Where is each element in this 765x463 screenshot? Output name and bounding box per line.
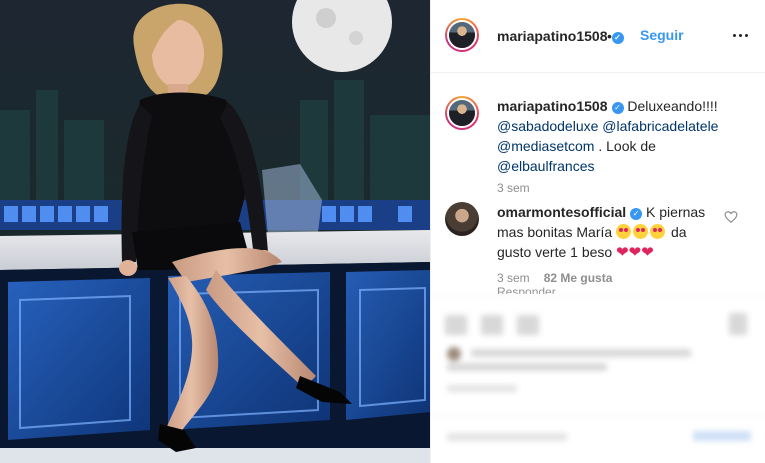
post-photo[interactable] [0, 0, 430, 463]
red-heart-emoji-icon: ❤ [628, 244, 642, 261]
caption-text: Deluxeando!!!! [627, 98, 718, 114]
mention-mediasetcom[interactable]: @mediasetcom [497, 138, 594, 154]
red-heart-emoji-icon: ❤ [616, 244, 629, 261]
follow-button[interactable]: Seguir [640, 27, 684, 43]
caption-time[interactable]: 3 sem [497, 181, 530, 195]
author-username-text[interactable]: mariapatino1508 [497, 28, 608, 44]
reply-button[interactable]: Responder [497, 286, 556, 294]
verified-badge-icon: ✓ [611, 32, 624, 44]
tv-set-photo [0, 0, 430, 463]
author-avatar[interactable] [445, 18, 479, 52]
post-header: mariapatino1508 ✓ • Seguir [431, 0, 765, 73]
mention-elbaulfrances[interactable]: @elbaulfrances [497, 158, 595, 174]
heart-eyes-emoji-icon [616, 224, 632, 239]
post-side-panel: mariapatino1508 ✓ • Seguir mariapatino150… [430, 0, 765, 463]
follow-separator: • [607, 28, 612, 44]
red-heart-emoji-icon: ❤ [641, 244, 654, 261]
comment-likes[interactable]: 82 Me gusta [544, 271, 613, 285]
heart-eyes-emoji-icon [650, 224, 666, 239]
blurred-actions-area [431, 296, 765, 463]
post-caption: mariapatino1508 ✓ Deluxeando!!!! @sabadod… [497, 96, 742, 176]
verified-badge-icon: ✓ [630, 208, 643, 220]
author-username[interactable]: mariapatino1508 ✓ [497, 28, 624, 44]
caption-author[interactable]: mariapatino1508 [497, 98, 608, 114]
more-options-icon[interactable] [729, 23, 751, 47]
comment-author[interactable]: omarmontesofficial [497, 204, 626, 220]
commenter-avatar[interactable] [445, 202, 479, 236]
comment-time[interactable]: 3 sem [497, 271, 530, 285]
caption-avatar[interactable] [445, 96, 479, 130]
comment: omarmontesofficial ✓ K piernas mas bonita… [497, 202, 722, 262]
mention-sabadodeluxe[interactable]: @sabadodeluxe [497, 118, 598, 134]
verified-badge-icon: ✓ [611, 102, 624, 114]
mention-lafabricadelatele[interactable]: @lafabricadelatele [602, 118, 718, 134]
heart-outline-icon[interactable] [724, 210, 738, 224]
comment-meta: 3 sem 82 Me gusta [497, 271, 612, 285]
heart-eyes-emoji-icon [633, 224, 649, 239]
caption-text-after: . Look de [598, 138, 656, 154]
